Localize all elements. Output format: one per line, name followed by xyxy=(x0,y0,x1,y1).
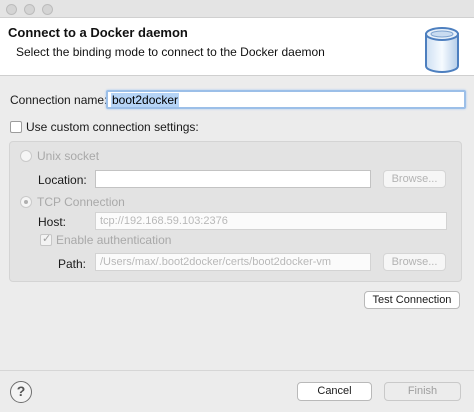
location-field[interactable] xyxy=(95,170,371,188)
wizard-description: Select the binding mode to connect to th… xyxy=(16,45,325,59)
close-window-icon[interactable] xyxy=(6,4,17,15)
tcp-connection-radio[interactable] xyxy=(20,196,32,208)
connection-name-field[interactable]: boot2docker xyxy=(106,90,466,109)
window-titlebar xyxy=(0,0,474,18)
wizard-header: Connect to a Docker daemon Select the bi… xyxy=(0,18,474,76)
path-label: Path: xyxy=(58,257,87,271)
wizard-title: Connect to a Docker daemon xyxy=(8,25,188,40)
enable-authentication-checkbox[interactable] xyxy=(40,232,52,246)
unix-browse-button[interactable]: Browse... xyxy=(383,170,446,188)
connection-name-label: Connection name: xyxy=(10,93,108,107)
cancel-button[interactable]: Cancel xyxy=(297,382,372,401)
connection-name-value: boot2docker xyxy=(111,93,180,107)
test-connection-button[interactable]: Test Connection xyxy=(364,291,460,309)
host-label: Host: xyxy=(38,215,67,229)
tcp-connection-label: TCP Connection xyxy=(37,195,125,209)
docker-database-icon xyxy=(425,27,459,73)
minimize-window-icon[interactable] xyxy=(24,4,35,15)
custom-settings-label: Use custom connection settings: xyxy=(26,120,199,134)
path-browse-button[interactable]: Browse... xyxy=(383,253,446,271)
zoom-window-icon[interactable] xyxy=(42,4,53,15)
unix-socket-radio[interactable] xyxy=(20,150,32,162)
question-mark-icon[interactable]: ? xyxy=(10,381,32,403)
custom-settings-checkbox[interactable] xyxy=(10,121,22,133)
path-field[interactable]: /Users/max/.boot2docker/certs/boot2docke… xyxy=(95,253,371,271)
host-field[interactable]: tcp://192.168.59.103:2376 xyxy=(95,212,447,230)
finish-button[interactable]: Finish xyxy=(384,382,461,401)
unix-socket-label: Unix socket xyxy=(37,149,100,163)
location-label: Location: xyxy=(38,173,87,187)
footer-divider xyxy=(0,370,474,371)
enable-authentication-label: Enable authentication xyxy=(56,233,172,247)
